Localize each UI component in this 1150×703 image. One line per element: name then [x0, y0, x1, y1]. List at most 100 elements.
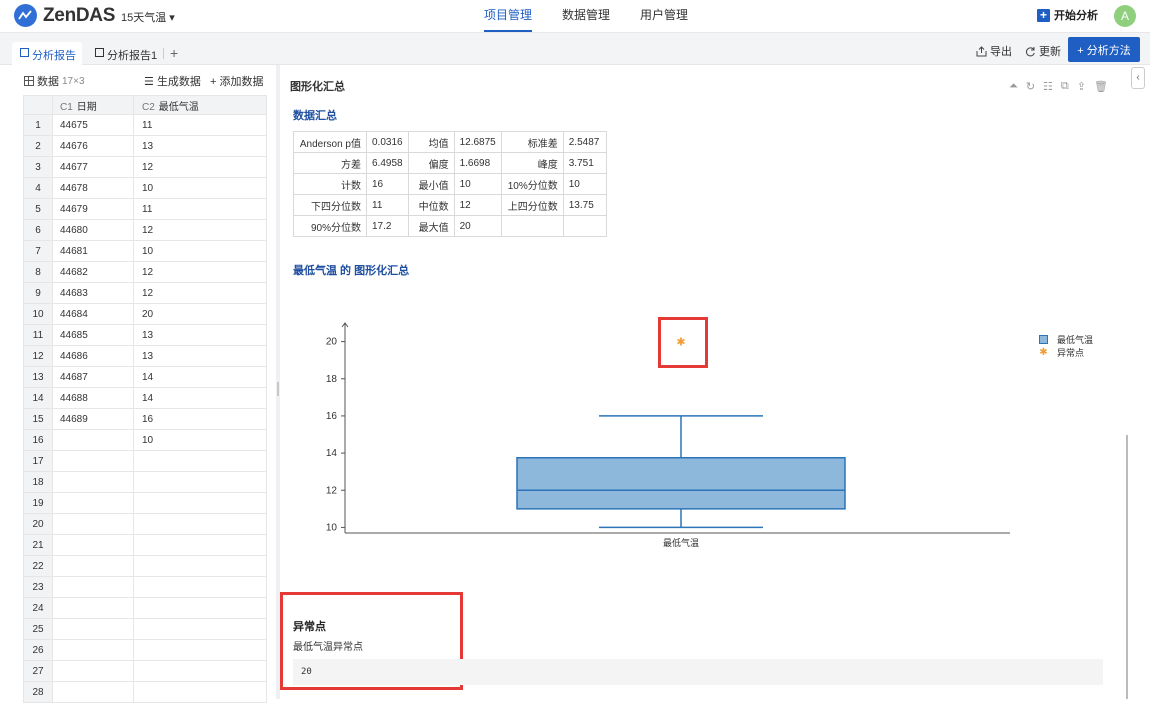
column-header-c2[interactable]: C2 最低气温	[133, 95, 267, 115]
cell-date[interactable]: 44675	[52, 114, 134, 136]
table-row[interactable]: 28	[23, 681, 267, 703]
table-row[interactable]: 18	[23, 471, 267, 493]
cell-min-temp[interactable]: 10	[133, 177, 267, 199]
export-icon[interactable]: ⇪	[1077, 80, 1086, 93]
cell-date[interactable]	[52, 471, 134, 493]
cell-min-temp[interactable]: 14	[133, 387, 267, 409]
cell-min-temp[interactable]: 12	[133, 282, 267, 304]
copy-icon[interactable]: ⧉	[1061, 80, 1069, 93]
table-row[interactable]: 14 44688 14	[23, 387, 267, 409]
cell-min-temp[interactable]: 10	[133, 429, 267, 451]
collapse-icon[interactable]: ⏶	[1009, 80, 1018, 93]
table-row[interactable]: 21	[23, 534, 267, 556]
cell-date[interactable]: 44679	[52, 198, 134, 220]
cell-min-temp[interactable]	[133, 471, 267, 493]
tab-analysis-report-1[interactable]: 分析报告1	[95, 42, 157, 65]
refresh-button[interactable]: 更新	[1025, 43, 1061, 59]
cell-min-temp[interactable]	[133, 534, 267, 556]
table-row[interactable]: 6 44680 12	[23, 219, 267, 241]
table-row[interactable]: 20	[23, 513, 267, 535]
cell-min-temp[interactable]: 13	[133, 324, 267, 346]
cell-date[interactable]: 44678	[52, 177, 134, 199]
table-row[interactable]: 16 10	[23, 429, 267, 451]
cell-min-temp[interactable]	[133, 618, 267, 640]
cell-min-temp[interactable]	[133, 513, 267, 535]
cell-date[interactable]: 44688	[52, 387, 134, 409]
start-analysis-button[interactable]: + 开始分析	[1037, 7, 1098, 23]
cell-date[interactable]	[52, 618, 134, 640]
cell-min-temp[interactable]: 12	[133, 219, 267, 241]
cell-date[interactable]: 44684	[52, 303, 134, 325]
project-select[interactable]: 15天气温 ▾	[121, 9, 175, 25]
cell-min-temp[interactable]: 11	[133, 198, 267, 220]
table-row[interactable]: 9 44683 12	[23, 282, 267, 304]
cell-date[interactable]	[52, 597, 134, 619]
settings-icon[interactable]: ☷	[1043, 80, 1053, 93]
column-header-c1[interactable]: C1 日期	[52, 95, 134, 115]
table-row[interactable]: 13 44687 14	[23, 366, 267, 388]
export-button[interactable]: 导出	[976, 43, 1012, 59]
cell-min-temp[interactable]: 11	[133, 114, 267, 136]
cell-date[interactable]: 44680	[52, 219, 134, 241]
cell-min-temp[interactable]: 13	[133, 345, 267, 367]
table-row[interactable]: 1 44675 11	[23, 114, 267, 136]
cell-date[interactable]	[52, 576, 134, 598]
table-row[interactable]: 22	[23, 555, 267, 577]
table-row[interactable]: 17	[23, 450, 267, 472]
analysis-method-button[interactable]: + 分析方法	[1068, 37, 1140, 62]
add-data-button[interactable]: + 添加数据	[210, 73, 263, 89]
cell-date[interactable]: 44687	[52, 366, 134, 388]
cell-date[interactable]: 44682	[52, 261, 134, 283]
cell-date[interactable]	[52, 534, 134, 556]
cell-min-temp[interactable]	[133, 450, 267, 472]
table-row[interactable]: 25	[23, 618, 267, 640]
cell-date[interactable]	[52, 513, 134, 535]
table-row[interactable]: 26	[23, 639, 267, 661]
table-row[interactable]: 12 44686 13	[23, 345, 267, 367]
cell-date[interactable]	[52, 555, 134, 577]
cell-min-temp[interactable]	[133, 660, 267, 682]
table-row[interactable]: 15 44689 16	[23, 408, 267, 430]
cell-date[interactable]: 44689	[52, 408, 134, 430]
resize-handle[interactable]	[277, 382, 279, 396]
add-tab-button[interactable]: +	[170, 45, 178, 61]
cell-date[interactable]	[52, 492, 134, 514]
cell-min-temp[interactable]: 12	[133, 156, 267, 178]
cell-min-temp[interactable]	[133, 597, 267, 619]
logo[interactable]: ZenDAS	[14, 4, 115, 27]
table-row[interactable]: 19	[23, 492, 267, 514]
table-row[interactable]: 10 44684 20	[23, 303, 267, 325]
cell-date[interactable]	[52, 639, 134, 661]
table-row[interactable]: 5 44679 11	[23, 198, 267, 220]
nav-project-management[interactable]: 项目管理	[484, 0, 533, 33]
cell-date[interactable]: 44683	[52, 282, 134, 304]
cell-date[interactable]	[52, 660, 134, 682]
cell-date[interactable]: 44686	[52, 345, 134, 367]
table-row[interactable]: 7 44681 10	[23, 240, 267, 262]
table-row[interactable]: 8 44682 12	[23, 261, 267, 283]
cell-date[interactable]: 44681	[52, 240, 134, 262]
cell-date[interactable]: 44677	[52, 156, 134, 178]
cell-min-temp[interactable]	[133, 639, 267, 661]
cell-min-temp[interactable]: 10	[133, 240, 267, 262]
cell-min-temp[interactable]: 13	[133, 135, 267, 157]
table-row[interactable]: 27	[23, 660, 267, 682]
table-row[interactable]: 24	[23, 597, 267, 619]
cell-date[interactable]: 44676	[52, 135, 134, 157]
cell-date[interactable]: 44685	[52, 324, 134, 346]
cell-min-temp[interactable]: 12	[133, 261, 267, 283]
table-row[interactable]: 4 44678 10	[23, 177, 267, 199]
refresh-icon[interactable]: ↻	[1026, 80, 1035, 93]
chevron-left-icon[interactable]: ‹	[1131, 67, 1145, 89]
nav-user-management[interactable]: 用户管理	[640, 0, 688, 33]
table-row[interactable]: 23	[23, 576, 267, 598]
cell-min-temp[interactable]: 16	[133, 408, 267, 430]
cell-date[interactable]	[52, 429, 134, 451]
cell-min-temp[interactable]	[133, 681, 267, 703]
cell-date[interactable]	[52, 681, 134, 703]
cell-min-temp[interactable]	[133, 576, 267, 598]
scrollbar[interactable]	[1126, 435, 1128, 699]
cell-min-temp[interactable]: 14	[133, 366, 267, 388]
table-row[interactable]: 2 44676 13	[23, 135, 267, 157]
cell-min-temp[interactable]: 20	[133, 303, 267, 325]
